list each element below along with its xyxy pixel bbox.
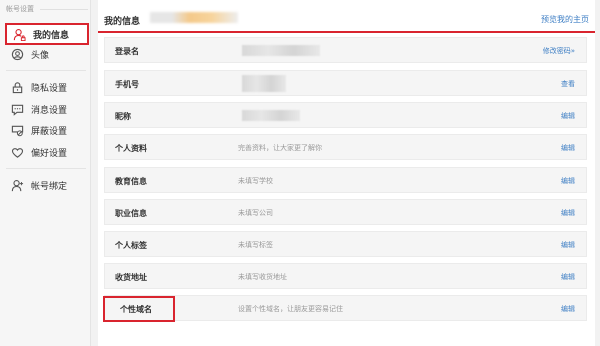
info-row-address: 收货地址 未填写收货地址 编辑 <box>104 263 587 289</box>
change-password-link[interactable]: 修改密码» <box>543 46 575 56</box>
main-panel: 我的信息 预览我的主页 登录名 修改密码» 手机号 查看 昵称 编辑 个人资料 … <box>98 0 595 346</box>
row-label: 个性域名 <box>120 305 152 314</box>
avatar-icon <box>10 47 24 61</box>
row-label: 手机号 <box>115 80 139 89</box>
row-value: 完善资料，让大家更了解你 <box>238 144 322 152</box>
edit-link[interactable]: 编辑 <box>561 176 575 186</box>
row-value: 设置个性域名，让朋友更容易记住 <box>238 305 343 313</box>
sidebar-item-label: 我的信息 <box>33 30 70 41</box>
sidebar-item-label: 头像 <box>31 50 50 61</box>
blurred-value <box>242 110 300 121</box>
divider <box>6 70 86 71</box>
heart-icon <box>10 145 24 159</box>
sidebar-item-avatar[interactable]: 头像 <box>5 43 89 65</box>
row-label: 个人资料 <box>115 144 147 153</box>
info-row-career: 职业信息 未填写公司 编辑 <box>104 199 587 225</box>
sidebar-item-label: 帐号绑定 <box>31 181 68 192</box>
page-title: 我的信息 <box>104 17 141 27</box>
info-row-education: 教育信息 未填写学校 编辑 <box>104 167 587 193</box>
blurred-value <box>242 45 320 56</box>
info-row-phone: 手机号 查看 <box>104 70 587 96</box>
info-row-profile: 个人资料 完善资料，让大家更了解你 编辑 <box>104 134 587 160</box>
sidebar: 帐号设置 我的信息 头像 隐私设置 消息设置 屏蔽设置 偏好设置 帐号绑定 <box>0 0 91 346</box>
edit-link[interactable]: 编辑 <box>561 240 575 250</box>
row-label: 职业信息 <box>115 209 147 218</box>
user-bind-icon <box>10 178 24 192</box>
row-label: 昵称 <box>115 112 131 121</box>
block-icon <box>10 123 24 137</box>
lock-icon <box>10 80 24 94</box>
divider <box>40 9 88 10</box>
divider <box>6 168 86 169</box>
sidebar-item-label: 隐私设置 <box>31 83 68 94</box>
blurred-username <box>150 12 238 23</box>
edit-link[interactable]: 编辑 <box>561 272 575 282</box>
sidebar-item-preferences[interactable]: 偏好设置 <box>5 141 89 163</box>
row-label: 教育信息 <box>115 177 147 186</box>
row-label: 个人标签 <box>115 241 147 250</box>
message-icon <box>10 102 24 116</box>
sidebar-item-label: 屏蔽设置 <box>31 126 68 137</box>
edit-link[interactable]: 编辑 <box>561 208 575 218</box>
sidebar-item-privacy[interactable]: 隐私设置 <box>5 76 89 98</box>
info-row-tags: 个人标签 未填写标签 编辑 <box>104 231 587 257</box>
row-value: 未填写收货地址 <box>238 273 287 281</box>
edit-link[interactable]: 编辑 <box>561 304 575 314</box>
sidebar-item-block[interactable]: 屏蔽设置 <box>5 119 89 141</box>
sidebar-header: 帐号设置 <box>6 5 34 13</box>
row-value: 未填写标签 <box>238 241 273 249</box>
row-label: 登录名 <box>115 47 139 56</box>
blurred-value <box>242 75 286 92</box>
sidebar-item-my-info[interactable]: 我的信息 <box>5 23 89 45</box>
info-row-nickname: 昵称 编辑 <box>104 102 587 128</box>
edit-link[interactable]: 编辑 <box>561 111 575 121</box>
row-label: 收货地址 <box>115 273 147 282</box>
row-value: 未填写公司 <box>238 209 273 217</box>
preview-homepage-link[interactable]: 预览我的主页 <box>541 14 589 25</box>
view-phone-link[interactable]: 查看 <box>561 79 575 89</box>
row-value: 未填写学校 <box>238 177 273 185</box>
edit-link[interactable]: 编辑 <box>561 143 575 153</box>
sidebar-item-label: 偏好设置 <box>31 148 68 159</box>
info-row-login: 登录名 修改密码» <box>104 37 587 63</box>
user-lock-icon <box>12 27 26 41</box>
sidebar-item-messages[interactable]: 消息设置 <box>5 98 89 120</box>
info-row-domain: 个性域名 设置个性域名，让朋友更容易记住 编辑 <box>103 295 587 322</box>
sidebar-item-account-binding[interactable]: 帐号绑定 <box>5 174 89 196</box>
main-header: 我的信息 预览我的主页 <box>98 0 595 33</box>
sidebar-item-label: 消息设置 <box>31 105 68 116</box>
